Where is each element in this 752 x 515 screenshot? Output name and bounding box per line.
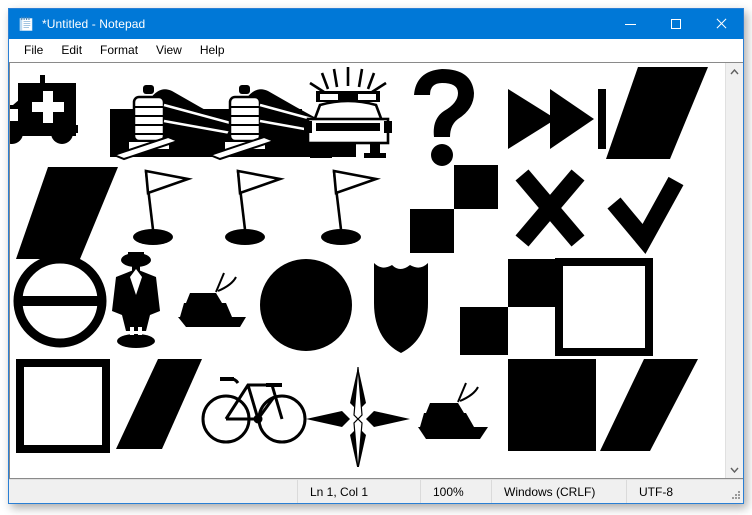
menu-item-format[interactable]: Format — [91, 41, 147, 59]
glyph-outlined-square-r3 — [555, 258, 653, 356]
status-spacer — [9, 480, 298, 503]
close-button[interactable] — [698, 9, 743, 39]
glyph-parallelogram-r4 — [116, 359, 202, 449]
glyph-ambulance — [10, 75, 78, 144]
scroll-up-arrow[interactable] — [726, 63, 743, 80]
document-canvas[interactable] — [9, 63, 725, 478]
notepad-icon — [18, 16, 34, 32]
screen: *Untitled - Notepad File Edit Format Vie… — [0, 0, 752, 515]
menu-item-help[interactable]: Help — [191, 41, 234, 59]
glyph-motor-yacht-r4 — [418, 382, 488, 439]
glyph-checkerboard-r2 — [410, 165, 498, 253]
glyph-parallelogram-r2 — [16, 167, 118, 259]
title-bar[interactable]: *Untitled - Notepad — [9, 9, 743, 39]
glyph-skip-forward — [508, 89, 606, 149]
glyph-checkerboard-r3 — [460, 259, 556, 355]
scrollbar-track[interactable] — [726, 80, 743, 461]
glyph-parallelogram-r4-right — [600, 359, 698, 451]
scroll-down-arrow[interactable] — [726, 461, 743, 478]
window-title: *Untitled - Notepad — [42, 17, 146, 31]
glyph-shield — [374, 263, 428, 353]
menu-item-file[interactable]: File — [15, 41, 52, 59]
dingbat-glyph-grid — [10, 67, 708, 467]
glyph-outlined-square-r4 — [16, 359, 110, 453]
resize-grip-icon[interactable] — [725, 480, 743, 503]
glyph-golf-flag-3 — [321, 169, 381, 245]
police-light-rays — [309, 67, 387, 94]
status-cursor-position: Ln 1, Col 1 — [298, 480, 421, 503]
menu-bar: File Edit Format View Help — [9, 39, 743, 62]
status-bar: Ln 1, Col 1 100% Windows (CRLF) UTF-8 — [9, 479, 743, 503]
glyph-golf-flag-1 — [133, 169, 193, 245]
window-controls — [608, 9, 743, 39]
status-encoding: UTF-8 — [639, 484, 673, 499]
vertical-scrollbar[interactable] — [725, 63, 743, 478]
glyph-filled-square — [508, 359, 596, 451]
glyph-bicycle — [201, 377, 307, 444]
status-line-ending: Windows (CRLF) — [492, 480, 627, 503]
maximize-icon — [670, 19, 681, 29]
menu-item-view[interactable]: View — [147, 41, 191, 59]
minimize-button[interactable] — [608, 9, 653, 39]
glyph-motor-yacht-r3 — [178, 272, 246, 327]
glyph-no-entry-circle — [13, 254, 107, 348]
minimize-icon — [625, 23, 636, 25]
text-edit-area[interactable] — [9, 62, 743, 479]
glyph-x-cross — [515, 169, 585, 247]
glyph-parallelogram-r1 — [606, 67, 708, 159]
glyph-compass-star — [306, 366, 410, 467]
close-icon — [715, 18, 727, 30]
menu-item-edit[interactable]: Edit — [52, 41, 91, 59]
glyph-filled-circle — [260, 259, 352, 351]
glyph-golf-flag-2 — [225, 169, 285, 245]
glyph-question-mark — [414, 69, 474, 166]
notepad-window: *Untitled - Notepad File Edit Format Vie… — [8, 8, 744, 504]
glyph-businessman — [112, 252, 160, 348]
glyph-check-mark — [607, 176, 684, 254]
maximize-button[interactable] — [653, 9, 698, 39]
status-zoom-level[interactable]: 100% — [421, 480, 492, 503]
